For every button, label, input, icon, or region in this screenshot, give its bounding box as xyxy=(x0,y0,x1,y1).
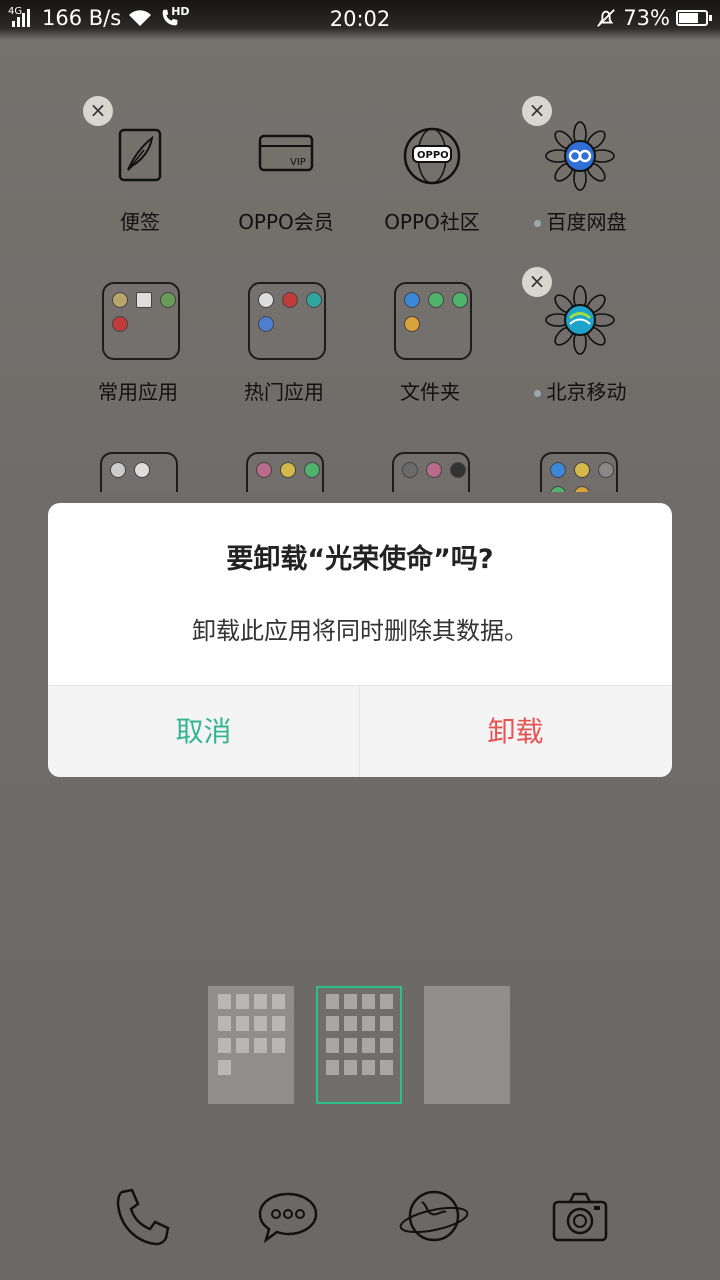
mini-app-icon xyxy=(598,462,614,478)
app-oppo-member[interactable]: VIP OPPO会员 xyxy=(216,120,356,240)
folder-hot-apps[interactable]: 热门应用 xyxy=(214,282,354,404)
new-dot xyxy=(533,220,541,227)
folder-icon xyxy=(248,282,326,360)
folder-icon xyxy=(102,282,180,360)
folder-row3-1[interactable] xyxy=(66,452,206,492)
battery-percent: 73% xyxy=(623,6,670,30)
mini-app-icon xyxy=(136,292,152,308)
app-label-text: 百度网盘 xyxy=(546,210,627,234)
delete-badge-notes[interactable]: × xyxy=(83,96,113,126)
browser-globe-icon xyxy=(399,1190,469,1242)
bell-mute-icon xyxy=(597,9,616,27)
folder-row3-3[interactable] xyxy=(358,452,498,492)
folder-row3-2[interactable] xyxy=(212,452,352,492)
app-label: OPPO会员 xyxy=(238,210,334,234)
folder-icon xyxy=(394,282,472,360)
mini-app-icon xyxy=(402,462,418,478)
dialog-title: 要卸载“光荣使命”吗? xyxy=(226,544,494,575)
folder-common-apps[interactable]: 常用应用 xyxy=(68,282,208,404)
folder-row3-4[interactable] xyxy=(506,452,646,492)
page-thumbnail-3-empty[interactable] xyxy=(424,986,510,1104)
mini-app-icon xyxy=(550,462,566,478)
battery-icon xyxy=(676,10,712,26)
baidu-netdisk-icon xyxy=(544,120,616,192)
dialog-message: 卸载此应用将同时删除其数据。 xyxy=(192,617,528,645)
page-thumbnail-1[interactable] xyxy=(208,986,294,1104)
mini-app-icon xyxy=(404,316,420,332)
delete-badge-beijing-mobile[interactable]: × xyxy=(522,267,552,297)
dock-camera[interactable] xyxy=(544,1182,616,1254)
mini-app-icon xyxy=(426,462,442,478)
mini-app-icon xyxy=(304,462,320,478)
uninstall-button[interactable]: 卸载 xyxy=(360,686,671,777)
mini-app-icon xyxy=(258,292,274,308)
china-mobile-icon xyxy=(544,284,616,356)
mini-app-icon xyxy=(428,292,444,308)
mini-app-icon xyxy=(404,292,420,308)
mini-app-icon xyxy=(574,486,590,492)
mini-app-icon xyxy=(112,316,128,332)
app-label: OPPO社区 xyxy=(384,210,480,234)
mini-app-icon xyxy=(550,486,566,492)
mini-app-icon xyxy=(160,292,176,308)
delete-badge-baidu-netdisk[interactable]: × xyxy=(522,96,552,126)
app-baidu-netdisk[interactable]: 百度网盘 xyxy=(510,120,650,240)
folder-label: 常用应用 xyxy=(98,380,178,404)
folder-label: 热门应用 xyxy=(244,380,324,404)
mini-app-icon xyxy=(280,462,296,478)
mini-app-icon xyxy=(110,462,126,478)
folder-icon xyxy=(100,452,178,492)
app-notes[interactable]: 便签 xyxy=(70,120,210,240)
dock-messages[interactable] xyxy=(252,1182,324,1254)
svg-text:OPPO: OPPO xyxy=(417,150,449,161)
oppo-globe-icon: OPPO xyxy=(396,120,468,192)
folder-icon xyxy=(246,452,324,492)
app-label: 便签 xyxy=(120,210,160,234)
app-label-text: 北京移动 xyxy=(546,380,627,404)
mini-app-icon xyxy=(282,292,298,308)
messages-icon xyxy=(258,1192,318,1244)
note-pen-icon xyxy=(104,120,176,192)
mini-app-icon xyxy=(258,316,274,332)
phone-icon xyxy=(116,1188,170,1246)
camera-icon xyxy=(552,1192,608,1242)
new-dot xyxy=(533,390,541,397)
cancel-button[interactable]: 取消 xyxy=(48,686,360,777)
app-label: 北京移动 xyxy=(510,376,650,405)
app-label: 百度网盘 xyxy=(510,206,650,235)
folder-files[interactable]: 文件夹 xyxy=(360,282,500,404)
folder-icon xyxy=(540,452,618,492)
uninstall-dialog: 要卸载“光荣使命”吗? 卸载此应用将同时删除其数据。 取消 卸载 xyxy=(48,503,672,777)
dock-phone[interactable] xyxy=(106,1182,178,1254)
mini-app-icon xyxy=(112,292,128,308)
dialog-button-bar: 取消 卸载 xyxy=(48,685,672,777)
app-oppo-community[interactable]: OPPO OPPO社区 xyxy=(362,120,502,240)
mini-app-icon xyxy=(574,462,590,478)
mini-app-icon xyxy=(134,462,150,478)
svg-text:VIP: VIP xyxy=(290,157,306,168)
vip-card-icon: VIP xyxy=(250,120,322,192)
mini-app-icon xyxy=(452,292,468,308)
mini-app-icon xyxy=(256,462,272,478)
status-bar: 4G 166 B/s HD 20:02 73% xyxy=(0,0,720,40)
app-beijing-mobile[interactable]: 北京移动 xyxy=(510,284,650,404)
folder-label: 文件夹 xyxy=(400,380,460,404)
mini-app-icon xyxy=(306,292,322,308)
mini-app-icon xyxy=(450,462,466,478)
page-thumbnail-2-current[interactable] xyxy=(316,986,402,1104)
folder-icon xyxy=(392,452,470,492)
dock-browser[interactable] xyxy=(398,1182,470,1254)
